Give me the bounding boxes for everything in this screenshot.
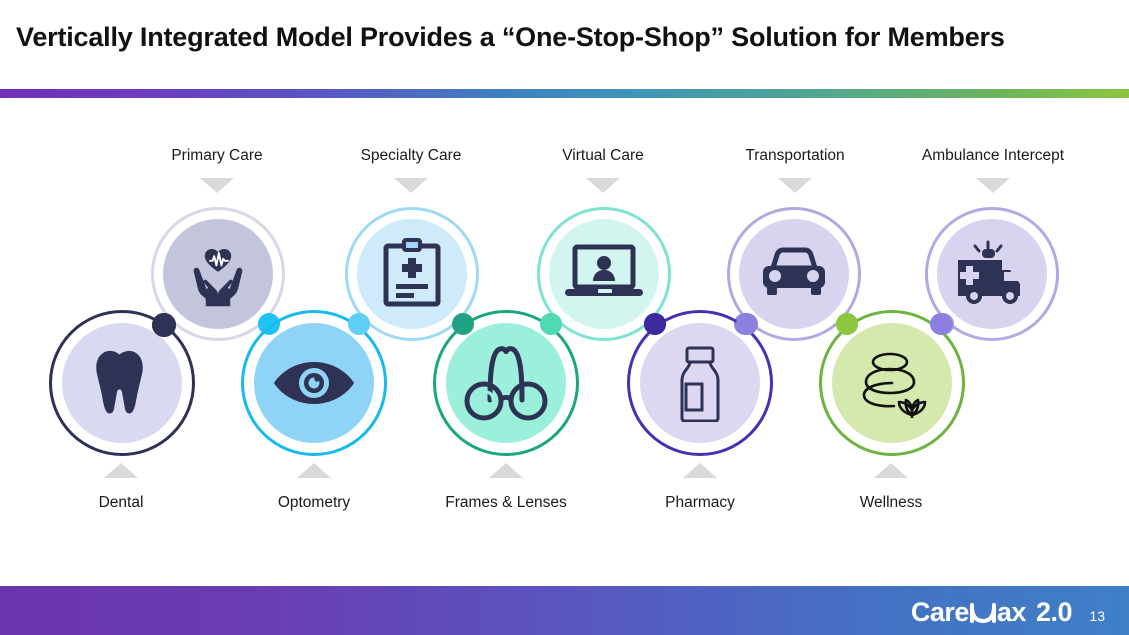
diagram-canvas: Primary Care Specialty Care Virtual Care… xyxy=(0,98,1129,583)
arrow-up-icon xyxy=(683,463,717,478)
logo-heart-m-icon xyxy=(969,599,996,630)
node-label-frames-lenses: Frames & Lenses xyxy=(445,494,567,511)
node-label-specialty-care: Specialty Care xyxy=(360,147,462,164)
logo-care-text: Care xyxy=(910,597,970,627)
tooth-icon xyxy=(92,348,152,420)
arrow-down-icon xyxy=(976,178,1010,193)
node-label-ambulance-intercept: Ambulance Intercept xyxy=(921,147,1065,164)
arrow-down-icon xyxy=(200,178,234,193)
ambulance-icon xyxy=(952,238,1032,308)
connector-dot xyxy=(348,313,370,335)
arrow-down-icon xyxy=(778,178,812,193)
slide-root: Vertically Integrated Model Provides a “… xyxy=(0,0,1129,635)
connector-dot-right xyxy=(736,313,758,335)
connector-dot xyxy=(152,313,176,337)
zen-stones-lotus-icon xyxy=(850,350,934,418)
eyeglasses-icon xyxy=(460,344,552,424)
arrow-down-icon xyxy=(586,178,620,193)
node-label-transportation: Transportation xyxy=(745,147,845,164)
connector-dot xyxy=(836,313,858,335)
connector-dot-right xyxy=(930,313,952,335)
page-title: Vertically Integrated Model Provides a “… xyxy=(16,22,1005,52)
arrow-up-icon xyxy=(489,463,523,478)
logo-version-text: 2.0 xyxy=(1035,597,1073,627)
accent-divider-bar xyxy=(0,89,1129,98)
caremax-logo: Care ax 2.0 xyxy=(910,597,1073,630)
arrow-up-icon xyxy=(297,463,331,478)
node-label-optometry: Optometry xyxy=(277,494,351,511)
node-label-primary-care: Primary Care xyxy=(171,147,263,164)
node-label-virtual-care: Virtual Care xyxy=(562,147,644,164)
page-number: 13 xyxy=(1089,608,1105,624)
car-front-icon xyxy=(757,246,831,302)
laptop-telehealth-icon xyxy=(563,244,645,304)
logo-ax-text: ax xyxy=(996,597,1027,627)
node-label-dental: Dental xyxy=(98,494,144,511)
connector-dot xyxy=(644,313,666,335)
eye-icon xyxy=(272,356,356,410)
hands-holding-heart-icon xyxy=(178,234,258,314)
arrow-down-icon xyxy=(394,178,428,193)
medicine-bottle-icon xyxy=(672,346,728,422)
connector-dot xyxy=(540,313,562,335)
clipboard-medical-icon xyxy=(377,238,447,310)
arrow-up-icon xyxy=(104,463,138,478)
node-label-pharmacy: Pharmacy xyxy=(665,494,735,511)
node-label-wellness: Wellness xyxy=(859,494,923,511)
arrow-up-icon xyxy=(874,463,908,478)
